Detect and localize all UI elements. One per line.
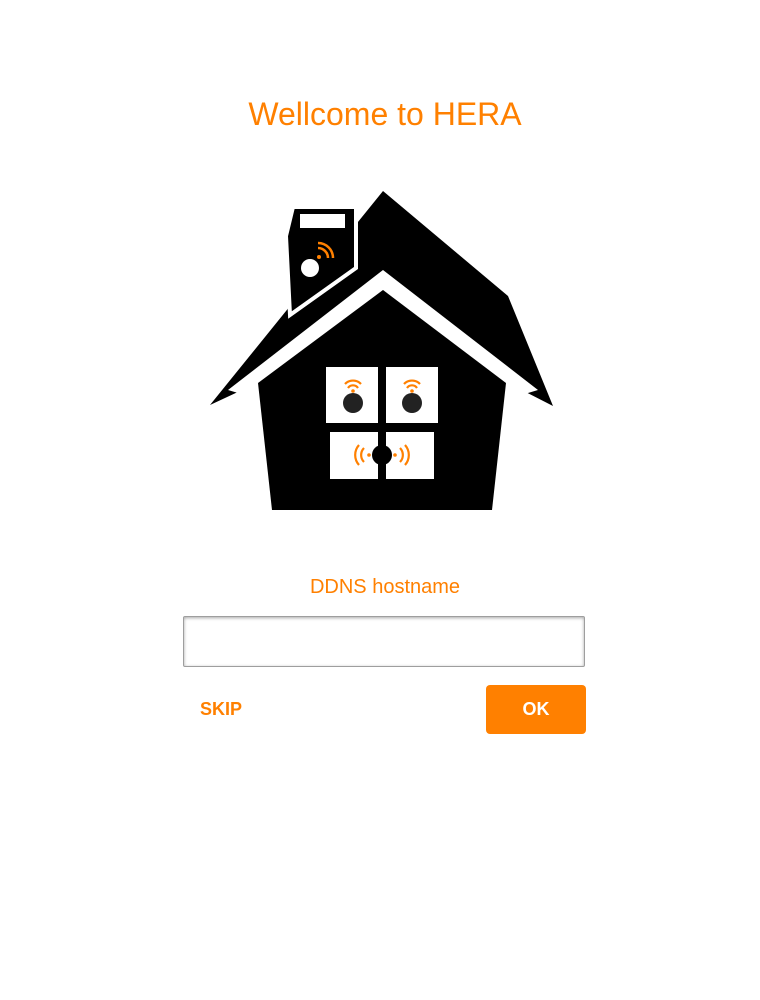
window-top-left (326, 367, 378, 423)
ddns-hostname-input[interactable] (183, 616, 585, 667)
skip-button[interactable]: SKIP (190, 686, 252, 732)
page-title: Wellcome to HERA (248, 96, 522, 132)
window-bottom-right (386, 432, 434, 479)
hera-house-logo-icon (210, 191, 553, 510)
window-top-right (386, 367, 438, 423)
window-bottom-left (330, 432, 378, 479)
ddns-hostname-label: DDNS hostname (309, 576, 461, 598)
ok-button[interactable]: OK (486, 685, 586, 734)
welcome-screen: Wellcome to HERA DDNS hostname SKIP OK (0, 0, 760, 1000)
